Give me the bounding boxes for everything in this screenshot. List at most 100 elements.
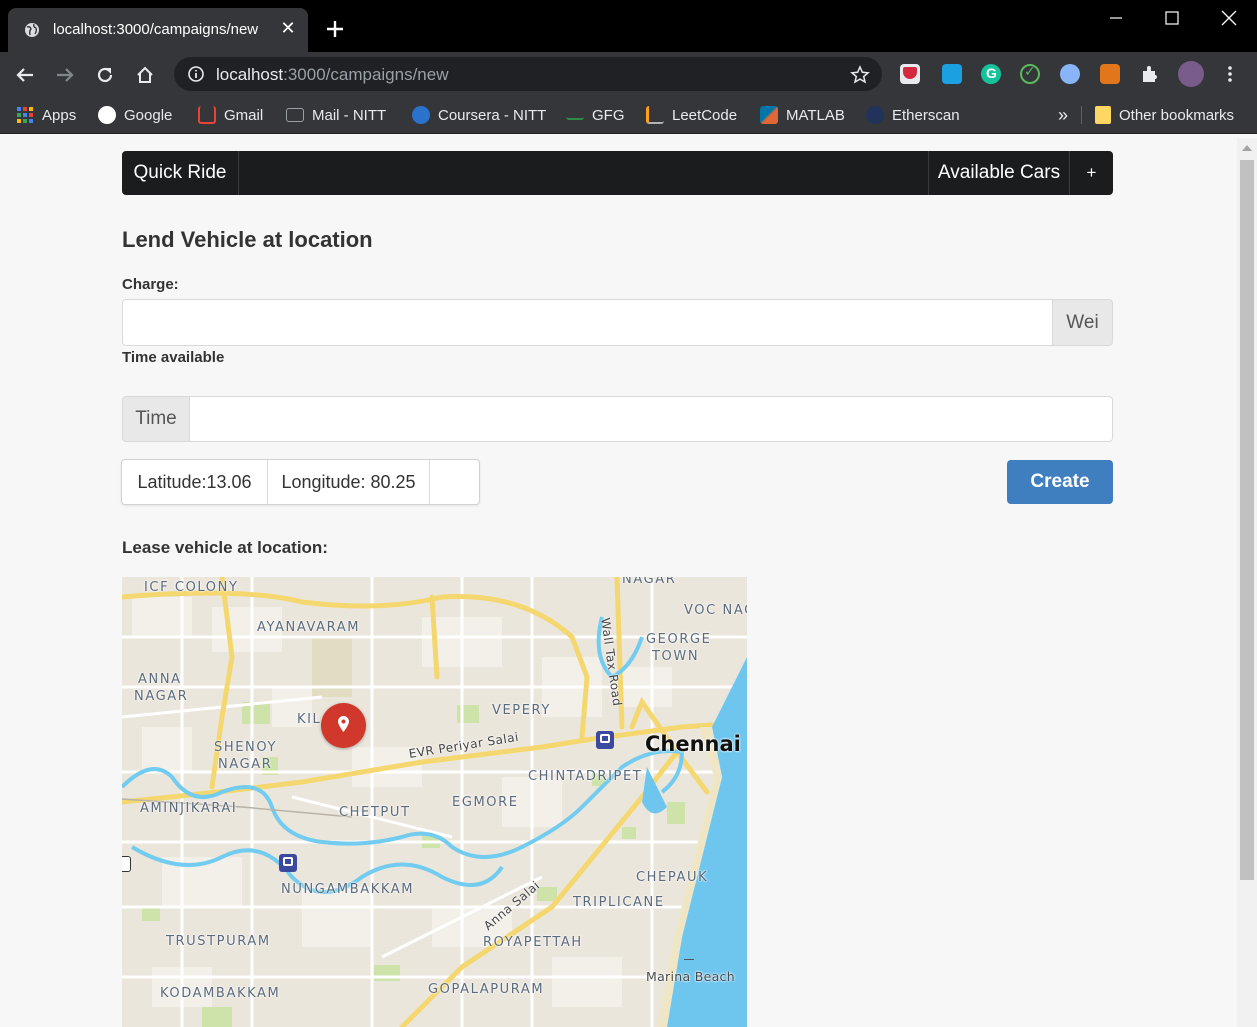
window-close-icon[interactable]: [1217, 10, 1241, 30]
map-label-egmore: EGMORE: [452, 795, 519, 810]
mail-icon: [286, 108, 304, 122]
latitude-value: Latitude:13.06: [122, 460, 268, 504]
tab-close-icon[interactable]: ✕: [279, 19, 297, 37]
map-label-icf-colony: ICF COLONY: [144, 580, 239, 595]
bookmark-star-icon[interactable]: [850, 65, 870, 85]
other-bookmarks-folder[interactable]: Other bookmarks: [1095, 105, 1234, 125]
check-extension-icon[interactable]: ✓: [1020, 64, 1040, 84]
url-host: localhost: [216, 65, 284, 84]
bookmark-label: Google: [124, 106, 173, 124]
charge-input[interactable]: [122, 299, 1053, 346]
location-map[interactable]: ICF COLONY NAGAR VOC NAG AYANAVARAM GEOR…: [122, 577, 747, 1027]
map-label-kodambakkam: KODAMBAKKAM: [160, 986, 281, 1001]
profile-avatar[interactable]: [1178, 61, 1204, 87]
leetcode-icon: [646, 106, 664, 124]
new-tab-icon[interactable]: [324, 18, 346, 40]
bookmarks-overflow-button[interactable]: »: [1058, 105, 1068, 125]
charge-label: Charge:: [122, 276, 179, 293]
etherscan-icon: [866, 106, 884, 124]
tab-title: localhost:3000/campaigns/new: [53, 21, 259, 38]
map-label-royapettah: ROYAPETTAH: [483, 935, 583, 950]
charge-unit-label: Wei: [1053, 299, 1113, 346]
create-button[interactable]: Create: [1007, 460, 1113, 504]
map-label-nungambakkam: NUNGAMBAKKAM: [281, 882, 415, 897]
map-label-chetput: CHETPUT: [339, 805, 411, 820]
bookmark-mail-nitt[interactable]: Mail - NITT: [286, 105, 386, 125]
metro-station-icon: [279, 854, 297, 872]
nav-brand-link[interactable]: Quick Ride: [122, 151, 239, 195]
bookmark-etherscan[interactable]: Etherscan: [866, 105, 960, 125]
map-label-voc-nagar: VOC NAG: [684, 603, 747, 618]
map-label-george: GEORGE: [646, 632, 712, 647]
bookmark-label: Gmail: [224, 106, 264, 124]
bookmark-label: Apps: [42, 106, 77, 124]
nav-add-button[interactable]: +: [1070, 151, 1113, 195]
address-url: localhost:3000/campaigns/new: [216, 65, 449, 85]
minimize-icon[interactable]: [1104, 10, 1128, 30]
scroll-up-arrow-icon[interactable]: [1242, 145, 1252, 151]
page-scrollbar[interactable]: [1237, 138, 1257, 1027]
browser-toolbar: localhost:3000/campaigns/new G ✓: [0, 52, 1257, 96]
map-label-kil: KIL: [297, 712, 322, 727]
metro-station-icon: [596, 731, 614, 749]
share-extension-icon[interactable]: [942, 64, 962, 84]
bookmark-label: LeetCode: [672, 106, 738, 124]
apps-grid-icon: [17, 107, 33, 123]
home-icon[interactable]: [134, 64, 156, 86]
scrollbar-thumb[interactable]: [1240, 160, 1254, 880]
bookmark-coursera[interactable]: Coursera - NITT: [412, 105, 546, 125]
map-label-marina-beach: Marina Beach: [646, 969, 735, 984]
other-bookmarks-label: Other bookmarks: [1119, 106, 1235, 124]
kebab-menu-icon[interactable]: [1222, 64, 1238, 84]
forward-arrow-icon[interactable]: [54, 64, 76, 86]
map-label-chepauk: CHEPAUK: [636, 870, 709, 885]
bookmarks-bar: Apps Google Gmail Mail - NITT Coursera -…: [0, 96, 1257, 134]
map-label-nagar: NAGAR: [134, 689, 189, 704]
map-label-town: TOWN: [652, 649, 700, 664]
bookmark-matlab[interactable]: MATLAB: [760, 105, 845, 125]
bookmarks-divider: [1081, 106, 1082, 124]
puzzle-extensions-icon[interactable]: [1140, 64, 1160, 84]
map-label-chennai: Chennai: [645, 732, 741, 756]
bookmark-label: Etherscan: [892, 106, 960, 124]
bookmark-gmail[interactable]: Gmail: [198, 105, 263, 125]
bookmark-gfg[interactable]: GFG: [566, 105, 625, 125]
page-content: Quick Ride Available Cars + Lend Vehicle…: [0, 138, 1237, 1027]
maximize-icon[interactable]: [1160, 10, 1184, 30]
bookmark-apps[interactable]: Apps: [16, 105, 76, 125]
bookmark-google[interactable]: Google: [98, 105, 172, 125]
map-label-ayanavaram: AYANAVARAM: [257, 620, 361, 635]
folder-icon: [1095, 106, 1111, 124]
lease-location-label: Lease vehicle at location:: [122, 538, 328, 557]
matlab-icon: [760, 106, 778, 124]
page-title: Lend Vehicle at location: [122, 227, 373, 252]
gmail-icon: [198, 106, 216, 124]
map-label-vepery: VEPERY: [492, 703, 551, 718]
address-bar[interactable]: localhost:3000/campaigns/new: [174, 57, 882, 91]
metamask-icon[interactable]: [1100, 64, 1120, 84]
bookmark-leetcode[interactable]: LeetCode: [646, 105, 737, 125]
coursera-icon: [412, 106, 430, 124]
beach-umbrella-icon: [684, 954, 694, 960]
grammarly-icon[interactable]: G: [981, 64, 1001, 84]
map-label-trustpuram: TRUSTPURAM: [166, 934, 271, 949]
bookmark-label: GFG: [592, 106, 625, 124]
map-label-nagar-top: NAGAR: [622, 577, 677, 587]
map-label-anna: ANNA: [138, 672, 182, 687]
url-path: :3000/campaigns/new: [283, 65, 449, 84]
info-icon[interactable]: [188, 66, 204, 82]
coordinates-empty-cell: [430, 460, 479, 504]
time-input[interactable]: [189, 396, 1113, 442]
pocket-extension-icon[interactable]: [900, 64, 920, 84]
map-label-gopalapuram: GOPALAPURAM: [428, 982, 545, 997]
glasses-extension-icon[interactable]: [1060, 64, 1080, 84]
app-navbar: Quick Ride Available Cars +: [122, 151, 1113, 195]
back-arrow-icon[interactable]: [14, 64, 36, 86]
map-label-shenoy: SHENOY: [214, 740, 278, 755]
bookmark-label: Coursera - NITT: [438, 106, 547, 124]
location-pin-marker[interactable]: [321, 703, 366, 748]
reload-icon[interactable]: [94, 64, 116, 86]
longitude-value: Longitude: 80.25: [268, 460, 430, 504]
nav-available-cars-link[interactable]: Available Cars: [928, 151, 1070, 195]
browser-tab[interactable]: localhost:3000/campaigns/new ✕: [8, 8, 308, 52]
